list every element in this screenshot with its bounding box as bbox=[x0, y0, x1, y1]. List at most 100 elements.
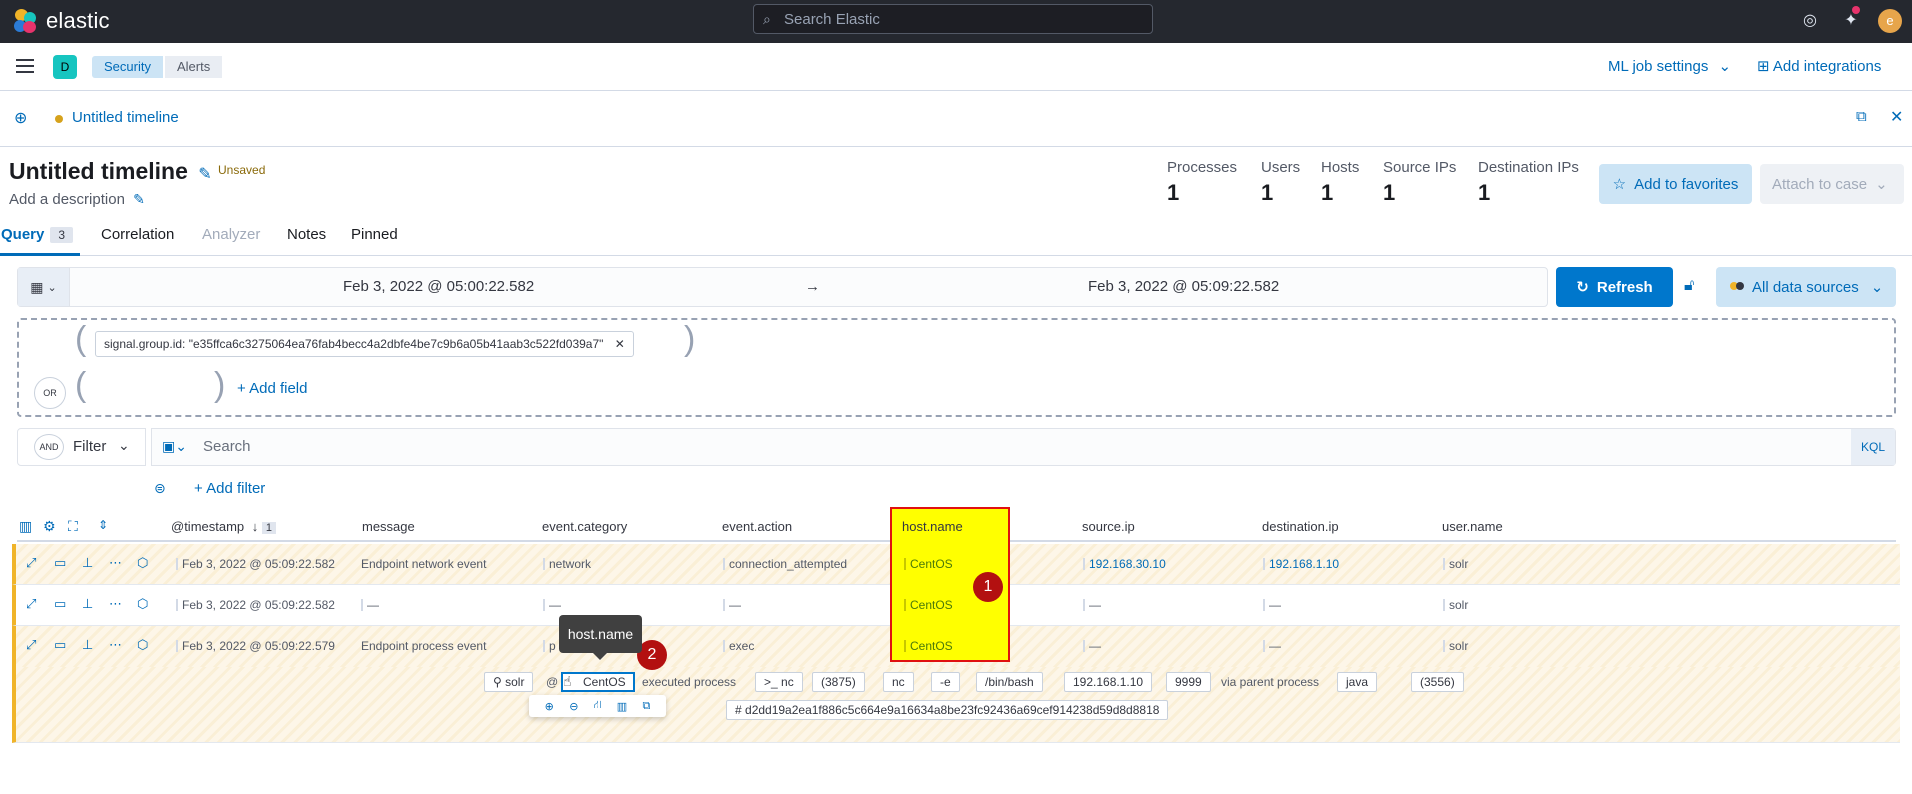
remove-pill-icon[interactable]: ✕ bbox=[615, 337, 625, 351]
investigate-icon[interactable]: ⬡ bbox=[137, 637, 148, 653]
detail-host-selected[interactable]: CentOS bbox=[561, 672, 635, 692]
investigate-in-timeline-icon[interactable]: ⛙ bbox=[594, 699, 602, 713]
column-header-destination-ip[interactable]: destination.ip bbox=[1262, 519, 1339, 534]
date-end[interactable]: Feb 3, 2022 @ 05:09:22.582 bbox=[1088, 278, 1279, 295]
comment-icon[interactable]: ▭ bbox=[54, 637, 66, 653]
newsfeed-icon[interactable]: ✦ bbox=[1840, 10, 1862, 32]
cell-user-name[interactable]: solr bbox=[1443, 598, 1468, 612]
filter-in-icon[interactable]: ⊕ bbox=[545, 700, 554, 713]
show-top-icon[interactable]: ▥ bbox=[617, 700, 627, 713]
filter-operator[interactable]: AND Filter ⌄ bbox=[17, 428, 146, 466]
data-sources-button[interactable]: All data sources ⌄ bbox=[1716, 267, 1896, 307]
kql-toggle[interactable]: KQL bbox=[1851, 429, 1895, 465]
elastic-logo[interactable]: elastic bbox=[12, 8, 110, 34]
detail-process-name[interactable]: >_ nc bbox=[755, 672, 803, 692]
breadcrumb-alerts[interactable]: Alerts bbox=[165, 56, 223, 78]
close-icon[interactable]: ✕ bbox=[1890, 107, 1903, 127]
query-pill[interactable]: signal.group.id: "e35ffca6c3275064ea76fa… bbox=[95, 331, 634, 357]
tab-notes[interactable]: Notes bbox=[287, 226, 326, 243]
detail-arg-2[interactable]: /bin/bash bbox=[976, 672, 1043, 692]
add-to-favorites-button[interactable]: ☆ Add to favorites bbox=[1599, 164, 1752, 204]
cell-event-action[interactable]: connection_attempted bbox=[723, 557, 847, 571]
tab-correlation[interactable]: Correlation bbox=[101, 226, 174, 243]
cell-source-ip[interactable]: 192.168.30.10 bbox=[1083, 557, 1166, 571]
investigate-icon[interactable]: ⬡ bbox=[137, 596, 148, 612]
cell-destination-ip[interactable]: — bbox=[1263, 639, 1281, 653]
column-header-event-action[interactable]: event.action bbox=[722, 519, 792, 534]
cell-host-name[interactable]: CentOS bbox=[904, 557, 953, 571]
column-header-host-name-highlighted[interactable]: host.name bbox=[902, 519, 963, 534]
detail-parent-pid[interactable]: (3556) bbox=[1411, 672, 1464, 692]
copy-icon[interactable]: ⧉ bbox=[642, 700, 650, 713]
refresh-button[interactable]: ↻ Refresh bbox=[1556, 267, 1673, 307]
unlock-icon[interactable]: 🔓︎ bbox=[1684, 277, 1694, 295]
column-header-message[interactable]: message bbox=[362, 519, 415, 534]
fullscreen-icon[interactable]: ⛶ bbox=[68, 518, 78, 535]
detail-parent-name[interactable]: java bbox=[1337, 672, 1378, 692]
filter-out-icon[interactable]: ⊖ bbox=[569, 700, 578, 713]
detail-process-pid[interactable]: (3875) bbox=[812, 672, 865, 692]
cell-event-action[interactable]: exec bbox=[723, 639, 754, 653]
more-actions-icon[interactable]: ⋯ bbox=[109, 596, 122, 612]
cell-host-name[interactable]: CentOS bbox=[904, 598, 953, 612]
settings-icon[interactable]: ⚙ bbox=[43, 518, 56, 535]
add-filter-button[interactable]: + Add filter bbox=[194, 480, 265, 497]
detail-hash[interactable]: # d2dd19a2ea1f886c5c664e9a16634a8be23fc9… bbox=[726, 700, 1169, 720]
investigate-icon[interactable]: ⬡ bbox=[137, 555, 148, 571]
more-actions-icon[interactable]: ⋯ bbox=[109, 637, 122, 653]
cell-message[interactable]: — bbox=[361, 598, 379, 612]
cell-source-ip[interactable]: — bbox=[1083, 598, 1101, 612]
cell-event-category[interactable]: — bbox=[543, 598, 561, 612]
comment-icon[interactable]: ▭ bbox=[54, 555, 66, 571]
cell-event-category[interactable]: network bbox=[543, 557, 591, 571]
add-timeline-icon[interactable]: ⊕ bbox=[14, 108, 27, 128]
column-header-source-ip[interactable]: source.ip bbox=[1082, 519, 1135, 534]
column-header-timestamp[interactable]: @timestamp ↓ 1 bbox=[171, 519, 277, 534]
pin-icon[interactable]: ⊥ bbox=[82, 555, 93, 571]
inspect-icon[interactable]: ⧉ bbox=[1856, 108, 1867, 125]
detail-arg-3[interactable]: 192.168.1.10 bbox=[1064, 672, 1153, 692]
cell-host-name[interactable]: CentOS bbox=[904, 639, 953, 653]
date-start[interactable]: Feb 3, 2022 @ 05:00:22.582 bbox=[343, 278, 534, 295]
timeline-tab-title[interactable]: Untitled timeline bbox=[72, 109, 179, 126]
column-header-user-name[interactable]: user.name bbox=[1442, 519, 1503, 534]
cell-message[interactable]: Endpoint network event bbox=[361, 557, 486, 571]
help-icon[interactable]: ◎ bbox=[1799, 10, 1821, 32]
detail-arg-1[interactable]: -e bbox=[931, 672, 960, 692]
detail-user[interactable]: ⚲ solr bbox=[484, 672, 534, 692]
ml-job-settings-button[interactable]: ML job settings ⌄ bbox=[1608, 57, 1731, 75]
kql-search-input[interactable]: ▣⌄ Search KQL bbox=[151, 428, 1896, 466]
comment-icon[interactable]: ▭ bbox=[54, 596, 66, 612]
tab-query[interactable]: Query 3 bbox=[1, 226, 74, 243]
tab-pinned[interactable]: Pinned bbox=[351, 226, 398, 243]
expand-icon[interactable]: ⤢ bbox=[26, 596, 36, 612]
column-header-event-category[interactable]: event.category bbox=[542, 519, 627, 534]
expand-icon[interactable]: ⤢ bbox=[26, 637, 36, 653]
menu-icon[interactable] bbox=[16, 59, 34, 73]
columns-icon[interactable]: ▥ bbox=[19, 518, 32, 535]
date-quick-menu-button[interactable]: ▦ ⌄ bbox=[18, 268, 70, 306]
cell-destination-ip[interactable]: — bbox=[1263, 598, 1281, 612]
cell-timestamp[interactable]: Feb 3, 2022 @ 05:09:22.582 bbox=[176, 557, 335, 571]
add-integrations-button[interactable]: ⊞ Add integrations bbox=[1757, 57, 1881, 75]
more-actions-icon[interactable]: ⋯ bbox=[109, 555, 122, 571]
user-avatar[interactable]: e bbox=[1878, 9, 1902, 33]
breadcrumb-security[interactable]: Security bbox=[92, 56, 163, 78]
detail-arg-4[interactable]: 9999 bbox=[1166, 672, 1211, 692]
cell-event-category[interactable]: p bbox=[543, 639, 556, 653]
edit-title-icon[interactable]: ✎ bbox=[198, 166, 211, 183]
description-field[interactable]: Add a description ✎ bbox=[9, 191, 145, 208]
sort-fields-icon[interactable]: ⇕ bbox=[98, 518, 108, 532]
cell-message[interactable]: Endpoint process event bbox=[361, 639, 486, 653]
saved-query-icon[interactable]: ▣⌄ bbox=[162, 438, 187, 455]
add-field-button[interactable]: + Add field bbox=[237, 380, 307, 397]
pin-icon[interactable]: ⊥ bbox=[82, 637, 93, 653]
cell-destination-ip[interactable]: 192.168.1.10 bbox=[1263, 557, 1339, 571]
expand-icon[interactable]: ⤢ bbox=[26, 555, 36, 571]
cell-source-ip[interactable]: — bbox=[1083, 639, 1101, 653]
space-avatar[interactable]: D bbox=[53, 55, 77, 79]
cell-timestamp[interactable]: Feb 3, 2022 @ 05:09:22.579 bbox=[176, 639, 335, 653]
cell-timestamp[interactable]: Feb 3, 2022 @ 05:09:22.582 bbox=[176, 598, 335, 612]
cell-event-action[interactable]: — bbox=[723, 598, 741, 612]
pin-icon[interactable]: ⊥ bbox=[82, 596, 93, 612]
